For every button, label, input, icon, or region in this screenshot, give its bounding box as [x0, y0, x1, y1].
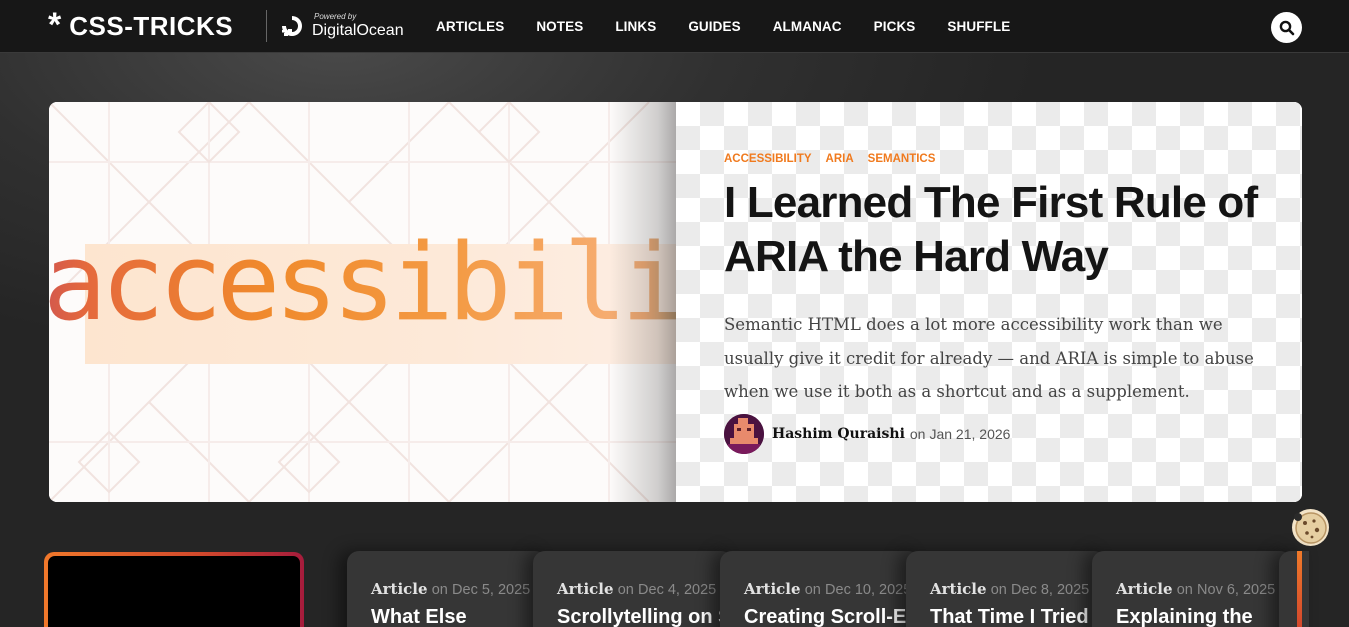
card-title[interactable]: Explaining the [1116, 606, 1253, 627]
card-title[interactable]: Creating Scroll-E [744, 606, 906, 627]
card-on: on [1176, 582, 1193, 598]
nav-shuffle[interactable]: SHUFFLE [947, 19, 1010, 34]
image-shadow [609, 102, 676, 502]
card-type: Article [557, 580, 614, 598]
card-type: Article [930, 580, 987, 598]
star-icon: * [48, 6, 62, 44]
card-on: on [990, 582, 1007, 598]
card-on: on [804, 582, 821, 598]
nav-links[interactable]: LINKS [615, 19, 656, 34]
card-date: Dec 5, 2025 [452, 582, 531, 598]
author-name[interactable]: Hashim Quraishi [772, 426, 905, 442]
search-button[interactable] [1271, 12, 1302, 43]
card-date: Dec 8, 2025 [1011, 582, 1090, 598]
card-date: Dec 4, 2025 [638, 582, 717, 598]
featured-image[interactable]: accessibility [49, 102, 676, 502]
card-title[interactable]: Scrollytelling on S [557, 606, 731, 627]
nav-almanac[interactable]: ALMANAC [773, 19, 842, 34]
nav-guides[interactable]: GUIDES [688, 19, 740, 34]
article-card[interactable]: Article on Dec 5, 2025 What Else [347, 551, 547, 627]
author-avatar-icon [724, 414, 764, 454]
tag-semantics[interactable]: SEMANTICS [868, 153, 936, 165]
card-date: Nov 6, 2025 [1197, 582, 1276, 598]
article-card[interactable]: Article on Dec 4, 2025 Scrollytelling on… [533, 551, 733, 627]
card-meta: Article on Dec 10, 2025 [744, 580, 911, 598]
card-on: on [431, 582, 448, 598]
logo-text: CSS-TRICKS [69, 10, 234, 41]
featured-article: accessibility ACCESSIBILITY ARIA SEMANTI… [49, 102, 1302, 502]
article-card[interactable]: Article on Dec 8, 2025 That Time I Tried [906, 551, 1106, 627]
search-icon [1279, 20, 1294, 35]
tag-list: ACCESSIBILITY ARIA SEMANTICS [724, 153, 935, 165]
byline: Hashim Quraishi on Jan 21, 2026 [724, 414, 1010, 454]
card-accent-bar [1297, 551, 1302, 627]
article-card[interactable]: Article on Dec 10, 2025 Creating Scroll-… [720, 551, 920, 627]
sponsor-link[interactable]: Powered by DigitalOcean [279, 9, 404, 43]
sponsor-text: Powered by DigitalOcean [312, 13, 404, 39]
tag-accessibility[interactable]: ACCESSIBILITY [724, 153, 812, 165]
card-type: Article [744, 580, 801, 598]
card-date: Dec 10, 2025 [825, 582, 912, 598]
nav-picks[interactable]: PICKS [874, 19, 916, 34]
card-title[interactable]: What Else [371, 606, 467, 627]
featured-image-word: accessibility [49, 230, 676, 336]
publish-date: Jan 21, 2026 [929, 426, 1011, 442]
featured-content: ACCESSIBILITY ARIA SEMANTICS I Learned T… [676, 102, 1302, 502]
card-meta: Article on Dec 8, 2025 [930, 580, 1089, 598]
card-type: Article [371, 580, 428, 598]
logo-divider [266, 10, 267, 42]
card-meta: Article on Dec 4, 2025 [557, 580, 716, 598]
cookie-icon [1293, 511, 1327, 544]
featured-title[interactable]: I Learned The First Rule of ARIA the Har… [724, 176, 1264, 284]
tag-aria[interactable]: ARIA [826, 153, 854, 165]
sponsor-name: DigitalOcean [312, 22, 404, 39]
promo-card-inner [48, 556, 300, 627]
card-on: on [617, 582, 634, 598]
digitalocean-icon [282, 16, 302, 36]
cookie-button[interactable] [1292, 509, 1329, 546]
byline-on: on [909, 426, 926, 442]
card-title[interactable]: That Time I Tried [930, 606, 1089, 627]
card-meta: Article on Dec 5, 2025 [371, 580, 530, 598]
article-card[interactable]: Article on Nov 6, 2025 Explaining the [1092, 551, 1292, 627]
promo-card[interactable] [44, 552, 304, 627]
main-nav: ARTICLES NOTES LINKS GUIDES ALMANAC PICK… [436, 0, 1042, 53]
site-logo[interactable]: * CSS-TRICKS [48, 6, 234, 44]
avatar[interactable] [724, 414, 764, 454]
card-type: Article [1116, 580, 1173, 598]
featured-excerpt: Semantic HTML does a lot more accessibil… [724, 315, 1254, 401]
nav-articles[interactable]: ARTICLES [436, 19, 504, 34]
card-meta: Article on Nov 6, 2025 [1116, 580, 1275, 598]
nav-notes[interactable]: NOTES [536, 19, 583, 34]
site-header: * CSS-TRICKS Powered by DigitalOcean ART… [0, 0, 1349, 53]
article-card-partial[interactable] [1279, 551, 1309, 627]
powered-by-label: Powered by [314, 12, 357, 21]
